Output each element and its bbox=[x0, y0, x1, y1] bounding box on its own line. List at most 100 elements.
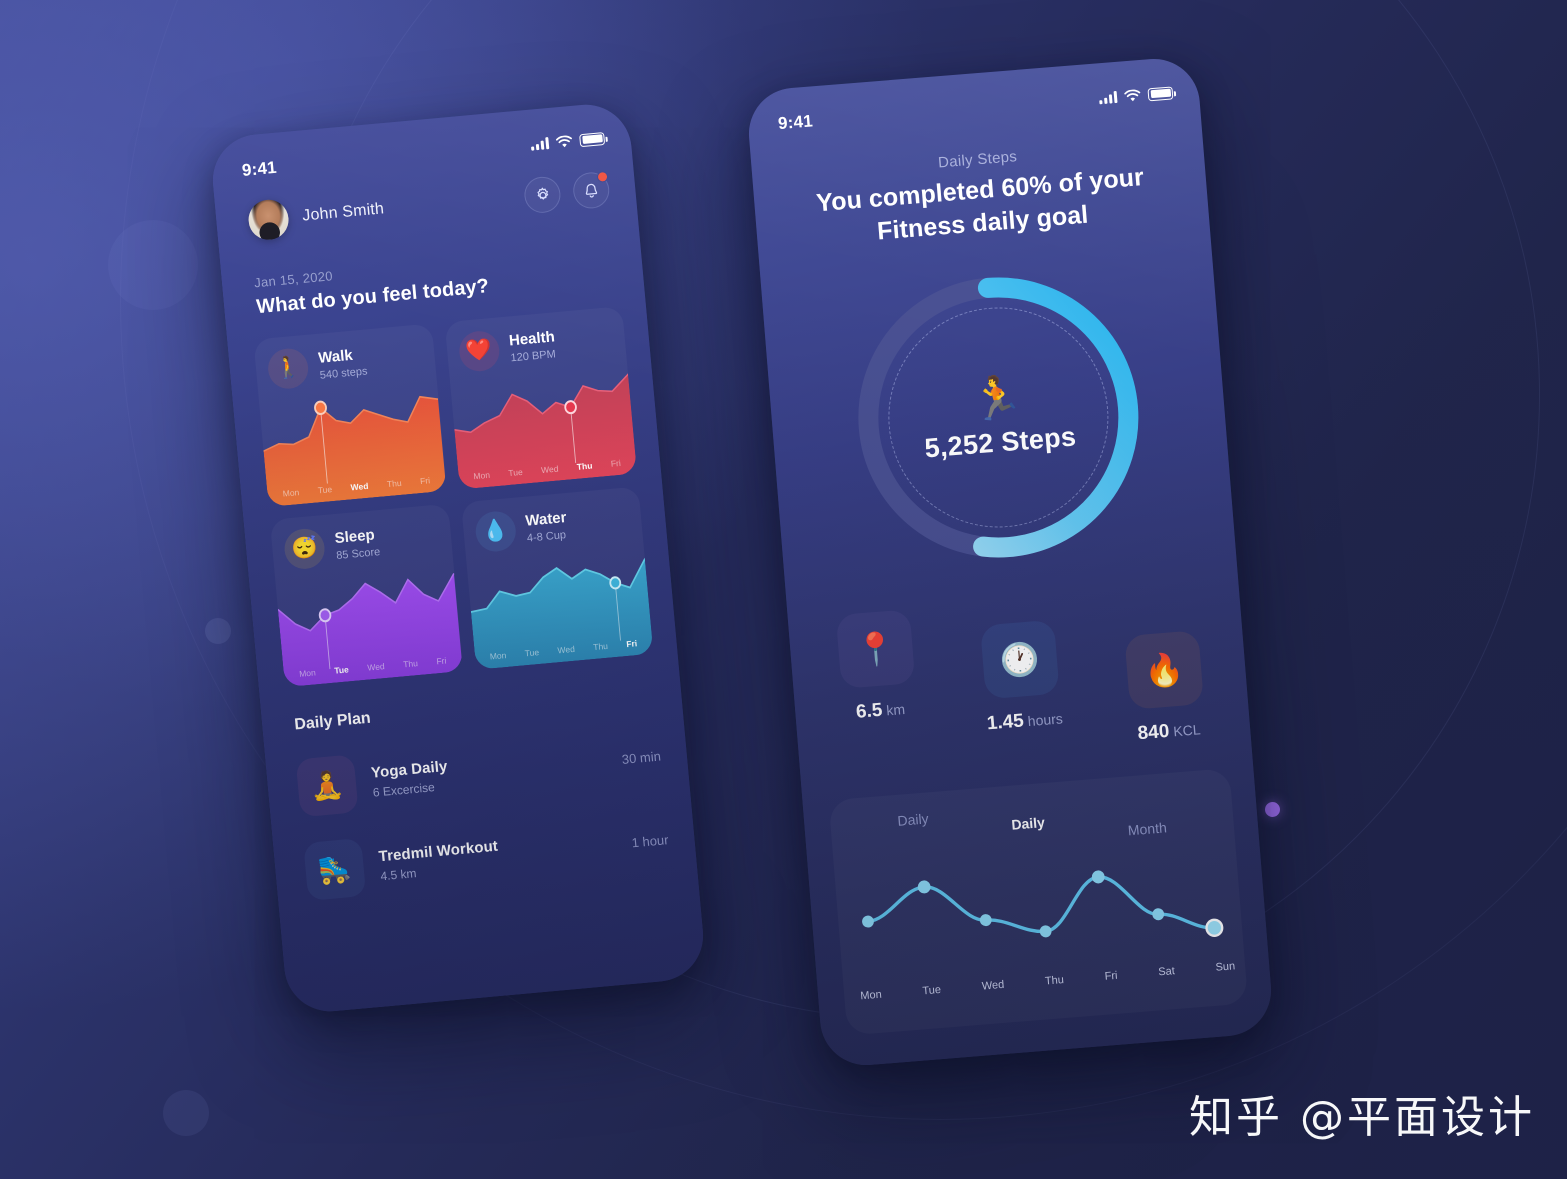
walking-person-icon: 🚶 bbox=[266, 346, 310, 391]
day-label: Thu bbox=[1044, 974, 1065, 988]
card-title: Sleep bbox=[333, 526, 376, 548]
card-title: Walk bbox=[317, 347, 354, 368]
heartbeat-icon: ❤️ bbox=[457, 329, 501, 373]
list-item-text: Yoga Daily 6 Excercise bbox=[370, 743, 607, 799]
stat-number: 1.45 bbox=[986, 710, 1025, 735]
stat-value: 840 KCL bbox=[1137, 718, 1201, 745]
stat-unit: hours bbox=[1027, 710, 1064, 730]
battery-full-icon bbox=[579, 131, 606, 147]
header-actions bbox=[522, 170, 611, 215]
day-label: Mon bbox=[859, 988, 883, 1003]
avatar[interactable] bbox=[246, 198, 291, 242]
day-label: Wed bbox=[366, 661, 386, 673]
stat-number: 840 bbox=[1136, 720, 1171, 745]
day-label: Tue bbox=[507, 466, 524, 479]
stat-value: 1.45 hours bbox=[986, 707, 1064, 735]
day-label: Thu bbox=[402, 658, 419, 670]
water-drop-icon: 💧 bbox=[473, 509, 517, 554]
wifi-icon bbox=[1124, 89, 1141, 101]
card-header: 🚶 Walk 540 steps bbox=[253, 323, 435, 391]
metric-card-health[interactable]: ❤️ Health 120 BPM Mon Tue Wed Thu Fri bbox=[444, 306, 638, 490]
card-header: 😴 Sleep 85 Score bbox=[270, 504, 452, 572]
day-label: Tue bbox=[922, 983, 942, 998]
status-icons bbox=[530, 131, 606, 152]
gear-icon bbox=[536, 187, 548, 200]
list-item-text: Tredmil Workout 4.5 km bbox=[378, 826, 617, 883]
card-title: Health bbox=[508, 328, 556, 350]
chart-gridlines bbox=[862, 840, 1217, 968]
signal-bars-icon bbox=[1099, 90, 1118, 105]
metric-cards-grid: 🚶 Walk 540 steps Mon Tue Wed Thu Fri ❤️ … bbox=[226, 284, 678, 690]
background-circle-decor bbox=[163, 1090, 209, 1136]
day-label: Mon bbox=[472, 469, 491, 482]
plan-duration: 30 min bbox=[621, 747, 662, 767]
sleeping-face-icon: 😴 bbox=[282, 527, 327, 571]
steps-progress-ring: 🏃 5,252 Steps bbox=[837, 256, 1160, 579]
metric-card-water[interactable]: 💧 Water 4-8 Cup Mon Tue Wed Thu Fri bbox=[460, 486, 654, 670]
notification-badge bbox=[596, 170, 609, 183]
day-label: Mon bbox=[282, 487, 300, 499]
day-label: Mon bbox=[298, 667, 317, 679]
day-label-active: Fri bbox=[625, 638, 638, 650]
day-label: Fri bbox=[1104, 969, 1118, 983]
stats-row: 📍 6.5 km 🕐 1.45 hours 🔥 840 KCL bbox=[785, 549, 1251, 773]
stat-unit: km bbox=[885, 700, 906, 719]
day-label: Fri bbox=[610, 457, 622, 469]
map-pins-icon: 📍 bbox=[835, 609, 916, 689]
status-time: 9:41 bbox=[777, 111, 814, 134]
stat-calories[interactable]: 🔥 840 KCL bbox=[1124, 630, 1207, 746]
yoga-pose-icon: 🧘 bbox=[295, 754, 359, 818]
weekly-chart-card: Daily Daily Month Mon Tue Wed Thu Fri Sa… bbox=[829, 768, 1249, 1035]
daily-plan-list: 🧘 Yoga Daily 6 Excercise 30 min 🛼 Tredmi… bbox=[263, 699, 698, 916]
treadmill-icon: 🛼 bbox=[303, 837, 367, 901]
stat-number: 6.5 bbox=[855, 699, 884, 723]
stat-unit: KCL bbox=[1172, 721, 1202, 740]
user-name: John Smith bbox=[301, 200, 385, 225]
bell-icon bbox=[585, 183, 598, 198]
clock-icon: 🕐 bbox=[979, 619, 1060, 700]
phone-screen-dashboard: 9:41 John Smith Jan 15, 2020 What do you… bbox=[208, 100, 708, 1016]
fire-icon: 🔥 bbox=[1124, 630, 1204, 710]
day-label: Sat bbox=[1157, 965, 1176, 979]
tab-daily-1[interactable]: Daily bbox=[897, 810, 929, 828]
background-circle-decor bbox=[205, 618, 231, 644]
wifi-icon bbox=[555, 135, 572, 147]
battery-full-icon bbox=[1147, 85, 1174, 101]
card-subtitle: 4-8 Cup bbox=[526, 528, 567, 545]
mockup-canvas: 9:41 John Smith Jan 15, 2020 What do you… bbox=[0, 0, 1567, 1179]
running-person-icon: 🏃 bbox=[968, 372, 1025, 424]
day-label-active: Tue bbox=[333, 664, 350, 676]
card-subtitle: 120 BPM bbox=[510, 347, 557, 365]
settings-button[interactable] bbox=[522, 175, 562, 215]
status-time: 9:41 bbox=[241, 157, 278, 180]
notifications-button[interactable] bbox=[571, 170, 611, 210]
day-label: Sun bbox=[1215, 960, 1236, 974]
stat-duration[interactable]: 🕐 1.45 hours bbox=[979, 619, 1065, 758]
phone-screen-steps: 9:41 Daily Steps You completed 60% of yo… bbox=[745, 55, 1275, 1069]
plan-duration: 1 hour bbox=[630, 831, 670, 850]
metric-card-sleep[interactable]: 😴 Sleep 85 Score Mon Tue Wed Thu Fri bbox=[269, 503, 463, 688]
day-label: Tue bbox=[317, 484, 333, 496]
signal-bars-icon bbox=[530, 137, 550, 151]
background-circle-decor bbox=[108, 220, 198, 310]
card-subtitle: 540 steps bbox=[319, 365, 368, 382]
card-header: ❤️ Health 120 BPM bbox=[444, 306, 626, 374]
stat-value: 6.5 km bbox=[855, 698, 906, 724]
metric-card-walk[interactable]: 🚶 Walk 540 steps Mon Tue Wed Thu Fri bbox=[253, 323, 447, 507]
day-label: Fri bbox=[419, 475, 431, 487]
day-label: Wed bbox=[557, 643, 576, 656]
day-label: Tue bbox=[524, 647, 540, 659]
day-label: Fri bbox=[435, 655, 447, 667]
steps-value: 5,252 Steps bbox=[923, 420, 1078, 463]
watermark: 知乎 @平面设计 bbox=[1189, 1092, 1535, 1143]
stat-distance[interactable]: 📍 6.5 km bbox=[835, 609, 922, 768]
card-header: 💧 Water 4-8 Cup bbox=[460, 486, 642, 554]
status-icons bbox=[1099, 85, 1174, 105]
card-subtitle: 85 Score bbox=[335, 545, 381, 562]
card-title: Water bbox=[524, 509, 568, 531]
day-label-active: Thu bbox=[576, 460, 593, 472]
background-dot-purple bbox=[1265, 802, 1280, 817]
day-label-active: Wed bbox=[350, 480, 369, 493]
tab-daily-active[interactable]: Daily bbox=[1011, 814, 1046, 833]
day-label: Wed bbox=[540, 463, 559, 476]
